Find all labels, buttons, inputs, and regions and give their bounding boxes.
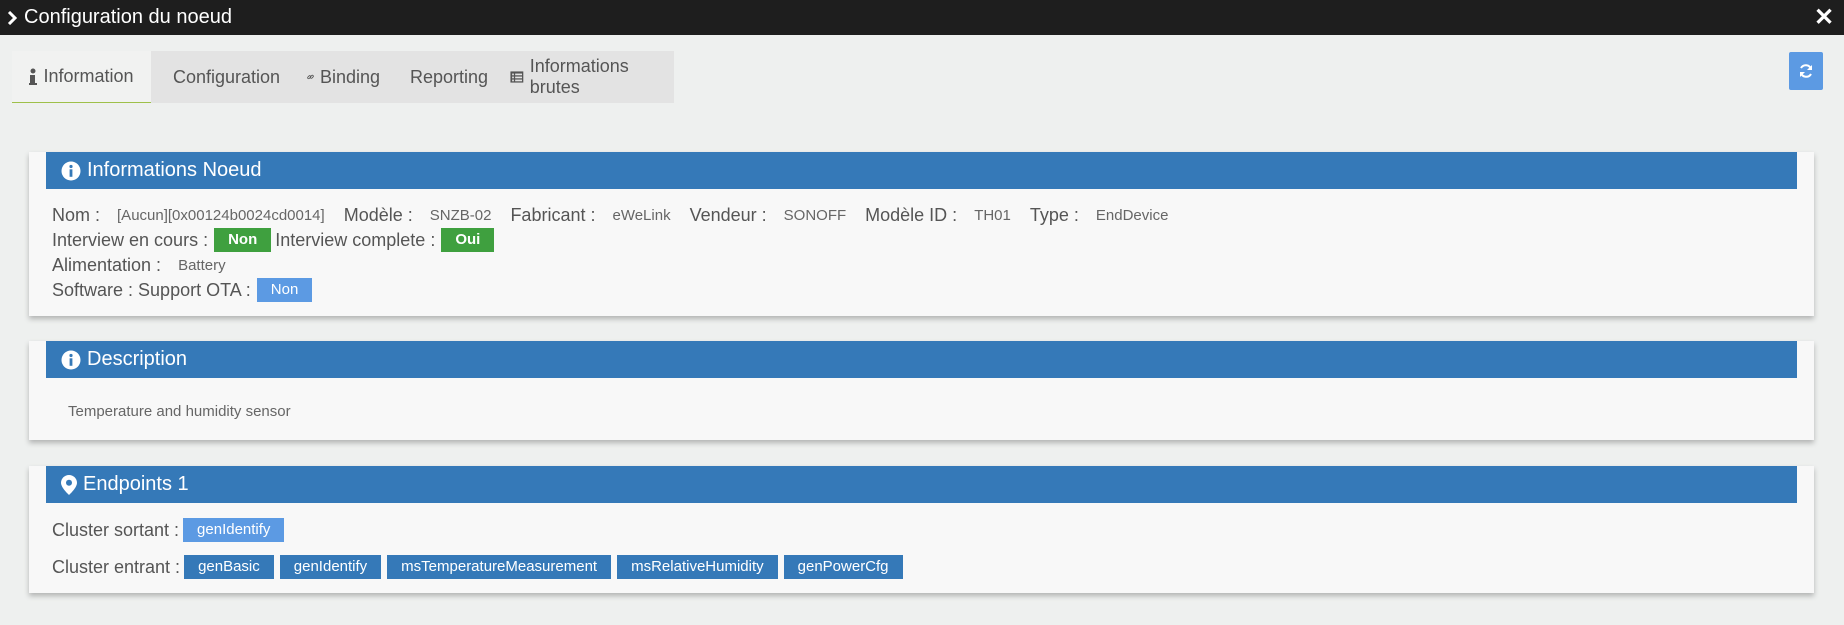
ota-badge: Non xyxy=(256,278,313,302)
tab-reporting[interactable]: Reporting xyxy=(392,51,496,103)
interview-cours-label: Interview en cours : xyxy=(52,229,209,250)
endpoints-panel: Endpoints 1 Cluster sortant : genIdentif… xyxy=(29,466,1814,593)
fabricant-value: eWeLink xyxy=(612,206,671,224)
map-marker-icon xyxy=(61,474,77,495)
fabricant-label: Fabricant : xyxy=(510,204,596,225)
close-icon[interactable]: ✕ xyxy=(1814,0,1834,35)
cluster-entrant-label: Cluster entrant : xyxy=(52,556,181,577)
tab-label: Informations brutes xyxy=(529,56,629,97)
nom-value: [Aucun][0x00124b0024cd0014] xyxy=(117,206,325,224)
tab-configuration[interactable]: Configuration xyxy=(151,51,292,103)
cluster-badge: genBasic xyxy=(184,555,274,579)
vendeur-value: SONOFF xyxy=(783,206,847,224)
tab-label: Information xyxy=(43,66,134,86)
tab-informations-brutes[interactable]: Informations brutes xyxy=(496,51,674,103)
info-icon xyxy=(29,68,38,85)
cluster-badge: msTemperatureMeasurement xyxy=(387,555,612,579)
description-panel: Description Temperature and humidity sen… xyxy=(29,341,1814,440)
cluster-sortant-row: Cluster sortant : genIdentify xyxy=(52,518,288,542)
cluster-badge: msRelativeHumidity xyxy=(617,555,778,579)
link-icon xyxy=(307,74,314,80)
refresh-icon xyxy=(1800,64,1812,78)
modele-value: SNZB-02 xyxy=(429,206,492,224)
interview-cours-badge: Non xyxy=(214,228,272,252)
tab-label: Reporting xyxy=(410,66,489,87)
window-title: Configuration du noeud xyxy=(24,6,232,28)
info-row-3: Alimentation : Battery xyxy=(52,253,245,277)
tab-label: Configuration xyxy=(173,66,281,87)
vendeur-label: Vendeur : xyxy=(689,204,767,225)
window-titlebar: Configuration du noeud ✕ xyxy=(0,0,1844,35)
info-row-1: Nom : [Aucun][0x00124b0024cd0014] Modèle… xyxy=(52,203,1187,227)
tab-information[interactable]: Information xyxy=(12,51,151,103)
cluster-badge: genIdentify xyxy=(279,555,382,579)
tab-bar: Information Configuration Binding Report… xyxy=(12,51,674,103)
info-row-4: Software : Support OTA : Non xyxy=(52,278,316,302)
info-circle-icon xyxy=(61,350,81,369)
interview-complete-label: Interview complete : xyxy=(275,229,436,250)
modele-id-label: Modèle ID : xyxy=(865,204,958,225)
description-panel-header: Description xyxy=(46,341,1797,378)
tab-binding[interactable]: Binding xyxy=(292,51,392,103)
description-text: Temperature and humidity sensor xyxy=(68,403,291,420)
cluster-badge: genPowerCfg xyxy=(783,555,903,579)
modele-label: Modèle : xyxy=(343,204,413,225)
nom-label: Nom : xyxy=(52,204,101,225)
list-icon xyxy=(510,71,524,83)
cluster-entrant-row: Cluster entrant : genBasic genIdentify m… xyxy=(52,555,903,579)
panel-title: Informations Noeud xyxy=(87,159,262,181)
interview-complete-badge: Oui xyxy=(441,228,495,252)
alimentation-value: Battery xyxy=(178,256,226,274)
ota-label: Software : Support OTA : xyxy=(52,279,251,300)
refresh-button[interactable] xyxy=(1789,52,1823,90)
cluster-sortant-label: Cluster sortant : xyxy=(52,519,180,540)
tab-label: Binding xyxy=(319,66,380,87)
chevron-right-icon[interactable] xyxy=(0,0,24,35)
type-label: Type : xyxy=(1029,204,1079,225)
info-circle-icon xyxy=(61,161,81,180)
panel-title: Endpoints 1 xyxy=(83,473,189,495)
modele-id-value: TH01 xyxy=(974,206,1011,224)
info-row-2: Interview en cours : Non Interview compl… xyxy=(52,228,498,252)
info-panel: Informations Noeud Nom : [Aucun][0x00124… xyxy=(29,152,1814,316)
alimentation-label: Alimentation : xyxy=(52,254,162,275)
info-panel-header: Informations Noeud xyxy=(46,152,1797,189)
endpoints-panel-header: Endpoints 1 xyxy=(46,466,1797,503)
panel-title: Description xyxy=(87,348,188,370)
cluster-badge: genIdentify xyxy=(183,518,285,542)
type-value: EndDevice xyxy=(1095,206,1169,224)
